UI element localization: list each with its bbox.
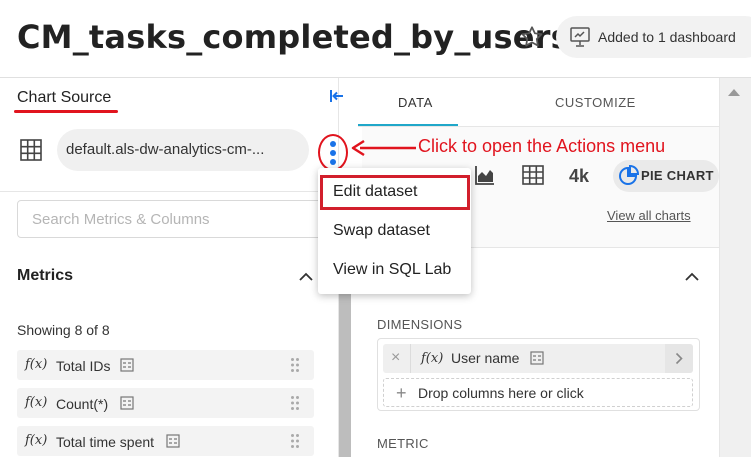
dashboard-badge-label: Added to 1 dashboard	[598, 29, 736, 45]
menu-item-label: Edit dataset	[333, 183, 418, 200]
table-grid-icon	[20, 139, 42, 161]
drop-columns-text: Drop columns here or click	[418, 385, 584, 401]
scroll-up-icon[interactable]	[727, 84, 741, 96]
chevron-up-icon[interactable]	[684, 270, 700, 282]
selected-chart-label: PIE CHART	[641, 168, 714, 183]
kebab-menu-icon[interactable]	[329, 140, 337, 166]
right-scrollbar[interactable]	[719, 78, 751, 457]
dashboard-icon	[568, 26, 592, 48]
metric-type-icon	[120, 358, 134, 372]
function-icon: f(x)	[25, 433, 48, 448]
dimension-name: User name	[451, 350, 520, 366]
metric-section-label: METRIC	[377, 436, 429, 451]
pie-chart-icon	[617, 164, 640, 187]
metric-type-icon	[120, 396, 134, 410]
menu-item-swap-dataset[interactable]: Swap dataset	[333, 222, 430, 240]
dataset-name: default.als-dw-analytics-cm-...	[66, 141, 265, 158]
panel-divider	[0, 191, 339, 192]
area-chart-icon[interactable]	[474, 164, 496, 186]
dimensions-label: DIMENSIONS	[377, 317, 463, 332]
view-all-charts-link[interactable]: View all charts	[607, 208, 691, 223]
annotation-arrow-icon	[350, 138, 418, 158]
showing-count: Showing 8 of 8	[17, 322, 110, 338]
metric-type-icon	[166, 434, 180, 448]
drag-handle-icon[interactable]	[290, 395, 300, 411]
remove-dimension-icon[interactable]: ×	[391, 349, 400, 367]
drag-handle-icon[interactable]	[290, 357, 300, 373]
plus-icon: +	[396, 383, 407, 403]
metrics-heading: Metrics	[17, 267, 74, 284]
function-icon: f(x)	[421, 351, 444, 366]
tab-data[interactable]: DATA	[398, 95, 433, 110]
metric-name: Total time spent	[56, 434, 155, 450]
star-icon[interactable]	[519, 24, 545, 50]
dimension-type-icon	[530, 351, 544, 365]
chip-divider	[410, 344, 411, 373]
function-icon: f(x)	[25, 395, 48, 410]
chart-source-underline	[14, 110, 118, 113]
search-metrics-input[interactable]	[17, 200, 323, 238]
chart-source-label: Chart Source	[17, 89, 112, 106]
drag-handle-icon[interactable]	[290, 433, 300, 449]
metric-name: Total IDs	[56, 358, 111, 374]
table-chart-icon[interactable]	[522, 165, 544, 185]
function-icon: f(x)	[25, 357, 48, 372]
chevron-up-icon[interactable]	[298, 270, 314, 282]
collapse-panel-icon[interactable]	[329, 88, 345, 104]
annotation-text: Click to open the Actions menu	[418, 136, 666, 156]
big-number-chart-icon[interactable]: 4k	[569, 166, 589, 187]
tab-customize[interactable]: CUSTOMIZE	[555, 95, 636, 110]
menu-item-view-in-sql-lab[interactable]: View in SQL Lab	[333, 261, 451, 279]
left-scrollbar[interactable]	[339, 292, 351, 457]
page-title[interactable]: CM_tasks_completed_by_users	[17, 18, 570, 56]
chevron-right-icon	[675, 352, 683, 365]
metric-name: Count(*)	[56, 396, 109, 412]
